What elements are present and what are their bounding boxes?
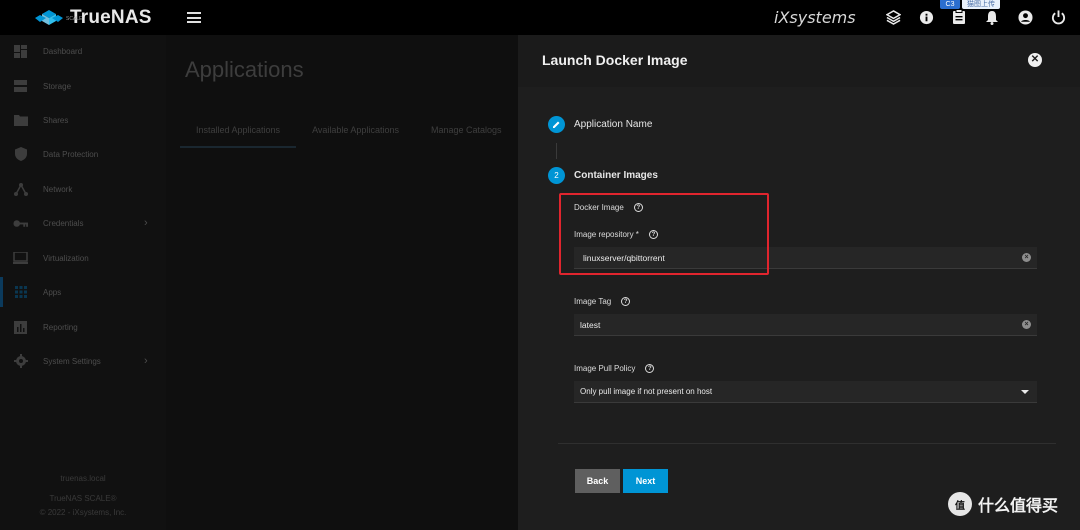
sidebar: Dashboard Storage Shares Data Protection… (0, 35, 166, 530)
help-icon[interactable]: ? (645, 364, 655, 373)
tab-installed-applications[interactable]: Installed Applications (180, 123, 297, 148)
panel-header: Launch Docker Image ✕ (518, 35, 1080, 87)
divider (558, 443, 1056, 444)
clear-icon[interactable]: × (1022, 320, 1031, 329)
help-icon[interactable]: ? (621, 297, 631, 306)
truenas-logo-icon (35, 10, 63, 25)
truecommand-icon[interactable] (885, 9, 901, 25)
logo-subtitle: SCALE (66, 16, 83, 22)
upload-badge[interactable]: C3 (940, 0, 960, 9)
tab-bar: Installed Applications Available Applica… (180, 123, 518, 148)
clear-icon[interactable]: × (1022, 253, 1031, 262)
step-connector (556, 143, 557, 159)
apps-grid-icon (13, 285, 28, 300)
close-icon[interactable]: ✕ (1028, 53, 1042, 67)
watermark-text: 什么值得买 (978, 496, 1059, 515)
network-icon (13, 182, 28, 197)
info-icon[interactable] (918, 9, 934, 25)
step-number: 2 (548, 167, 565, 184)
image-pull-policy-select[interactable]: Only pull image if not present on host (574, 381, 1037, 403)
clipboard-icon[interactable] (951, 9, 967, 25)
watermark: 值 什么值得买 (948, 492, 1058, 516)
ixsystems-logo[interactable]: iXsystems (774, 8, 856, 27)
chart-icon (13, 320, 28, 335)
sidebar-item-system-settings[interactable]: System Settings › (0, 346, 166, 376)
hostname: truenas.local (60, 474, 106, 483)
main-content: Applications Installed Applications Avai… (166, 35, 518, 530)
account-icon[interactable] (1017, 9, 1033, 25)
sidebar-item-data-protection[interactable]: Data Protection (0, 139, 166, 169)
monitor-icon (13, 251, 28, 266)
upload-tooltip: 猫图上传 (962, 0, 1000, 9)
shares-icon (13, 113, 28, 128)
top-bar: TrueNAS SCALE iXsystems C3 猫图上传 (0, 0, 1080, 35)
tab-available-applications[interactable]: Available Applications (296, 123, 415, 148)
sidebar-item-dashboard[interactable]: Dashboard (0, 36, 166, 66)
watermark-logo: 值 (948, 492, 972, 516)
power-icon[interactable] (1050, 9, 1066, 25)
sidebar-item-credentials[interactable]: Credentials › (0, 208, 166, 238)
sidebar-item-network[interactable]: Network (0, 174, 166, 204)
copyright: © 2022 - iXsystems, Inc. (39, 508, 127, 517)
chevron-right-icon: › (144, 355, 148, 367)
edit-icon (548, 116, 565, 133)
back-button[interactable]: Back (575, 469, 620, 493)
panel-title: Launch Docker Image (542, 52, 688, 68)
page-title: Applications (185, 57, 304, 82)
storage-icon (13, 79, 28, 94)
product-name: TrueNAS SCALE® (49, 494, 117, 503)
bell-icon[interactable] (984, 9, 1000, 25)
tab-manage-catalogs[interactable]: Manage Catalogs (415, 123, 518, 148)
step-application-name[interactable]: Application Name (548, 116, 652, 133)
next-button[interactable]: Next (623, 469, 668, 493)
highlight-box (559, 193, 769, 275)
sidebar-item-apps[interactable]: Apps (0, 277, 166, 307)
step-container-images[interactable]: 2 Container Images (548, 167, 658, 184)
image-tag-input[interactable]: latest × (574, 314, 1037, 336)
launch-docker-panel: Launch Docker Image ✕ Application Name 2… (518, 35, 1080, 530)
sidebar-item-virtualization[interactable]: Virtualization (0, 243, 166, 273)
sidebar-item-reporting[interactable]: Reporting (0, 312, 166, 342)
gear-icon (13, 354, 28, 369)
chevron-down-icon (1021, 390, 1029, 394)
truenas-logo[interactable]: TrueNAS (34, 7, 152, 28)
image-tag-label: Image Tag ? (574, 297, 631, 306)
image-pull-policy-label: Image Pull Policy ? (574, 364, 655, 373)
sidebar-item-storage[interactable]: Storage (0, 71, 166, 101)
key-icon (13, 216, 28, 231)
menu-toggle-icon[interactable] (187, 12, 201, 23)
dashboard-icon (13, 44, 28, 59)
sidebar-item-shares[interactable]: Shares (0, 105, 166, 135)
chevron-right-icon: › (144, 217, 148, 229)
shield-icon (13, 147, 28, 162)
